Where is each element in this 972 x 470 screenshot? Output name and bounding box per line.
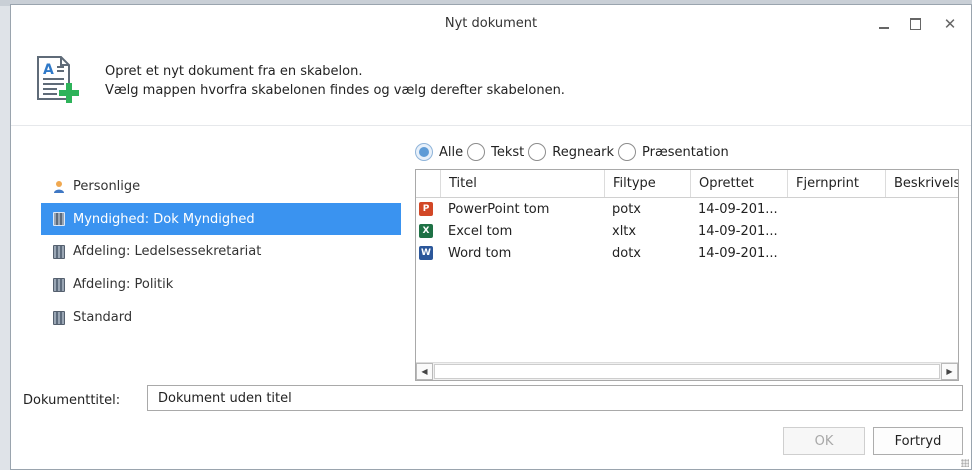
- filter-spreadsheet-label: Regneark: [552, 144, 615, 160]
- folder-item-personal[interactable]: Personlige: [41, 170, 401, 203]
- minimize-button[interactable]: [873, 13, 895, 35]
- table-row[interactable]: X Excel tom xltx 14-09-201...: [416, 221, 958, 242]
- filter-all-label: Alle: [439, 144, 464, 160]
- filter-text-radio[interactable]: Tekst: [467, 143, 524, 161]
- cell-filetype: potx: [612, 202, 641, 217]
- horizontal-scrollbar[interactable]: ◀ ▶: [416, 362, 958, 380]
- radio-icon: [467, 143, 486, 161]
- database-icon: [53, 212, 65, 226]
- minimize-icon: [879, 27, 889, 29]
- maximize-icon: [909, 18, 921, 30]
- column-header-created[interactable]: Oprettet: [690, 170, 787, 197]
- header-divider: [11, 125, 971, 126]
- scroll-left-button[interactable]: ◀: [416, 363, 433, 380]
- column-header-title[interactable]: Titel: [440, 170, 604, 197]
- folder-item-standard[interactable]: Standard: [41, 301, 401, 334]
- cell-title: Word tom: [448, 246, 512, 261]
- cell-filetype: xltx: [612, 224, 637, 239]
- filter-text-label: Tekst: [491, 144, 525, 160]
- maximize-button[interactable]: [904, 13, 926, 35]
- intro-line-1: Opret et nyt dokument fra en skabelon.: [105, 64, 363, 79]
- filter-presentation-label: Præsentation: [642, 144, 729, 160]
- table-row[interactable]: W Word tom dotx 14-09-201...: [416, 243, 958, 264]
- user-icon: [54, 180, 64, 193]
- cancel-button[interactable]: Fortryd: [873, 427, 963, 455]
- document-title-input[interactable]: [147, 385, 963, 411]
- resize-grip-icon[interactable]: [961, 459, 969, 467]
- database-icon: [53, 277, 65, 292]
- radio-icon: [618, 143, 637, 161]
- cell-title: Excel tom: [448, 224, 513, 239]
- word-icon: W: [419, 246, 433, 260]
- excel-icon: X: [419, 224, 433, 238]
- intro-line-2: Vælg mappen hvorfra skabelonen findes og…: [105, 83, 565, 98]
- column-header-filetype[interactable]: Filtype: [604, 170, 690, 197]
- cell-filetype: dotx: [612, 246, 641, 261]
- cell-created: 14-09-201...: [698, 246, 778, 261]
- filter-all-radio[interactable]: Alle: [415, 143, 463, 161]
- folder-item-politik[interactable]: Afdeling: Politik: [41, 268, 401, 301]
- dialog-title: Nyt dokument: [444, 16, 538, 31]
- folder-item-label: Personlige: [73, 179, 141, 194]
- new-document-dialog: Nyt dokument ✕ A Opret et nyt dokument f…: [10, 4, 972, 470]
- cell-created: 14-09-201...: [698, 224, 778, 239]
- folder-item-label: Standard: [73, 310, 133, 325]
- chevron-right-icon: ▶: [946, 367, 953, 376]
- scroll-right-button[interactable]: ▶: [941, 363, 958, 380]
- svg-text:A: A: [43, 62, 54, 78]
- intro-text: Opret et nyt dokument fra en skabelon. V…: [105, 62, 565, 100]
- column-header-remoteprint[interactable]: Fjernprint: [787, 170, 885, 197]
- filter-spreadsheet-radio[interactable]: Regneark: [528, 143, 614, 161]
- grid-header: Titel Filtype Oprettet Fjernprint Beskri…: [416, 170, 958, 198]
- radio-selected-icon: [415, 143, 433, 161]
- cell-created: 14-09-201...: [698, 202, 778, 217]
- template-folder-list: Personlige Myndighed: Dok Myndighed Afde…: [41, 170, 401, 334]
- database-icon: [53, 310, 65, 325]
- folder-item-label: Afdeling: Politik: [73, 277, 174, 292]
- close-button[interactable]: ✕: [939, 13, 961, 35]
- scrollbar-thumb[interactable]: [434, 364, 940, 379]
- folder-item-ledelsessekretariat[interactable]: Afdeling: Ledelsessekretariat: [41, 235, 401, 268]
- close-icon: ✕: [943, 15, 957, 33]
- document-title-label: Dokumenttitel:: [23, 393, 121, 408]
- filter-presentation-radio[interactable]: Præsentation: [618, 143, 729, 161]
- template-grid: Titel Filtype Oprettet Fjernprint Beskri…: [415, 169, 959, 381]
- column-header-description[interactable]: Beskrivelse: [885, 170, 958, 197]
- table-row[interactable]: P PowerPoint tom potx 14-09-201...: [416, 199, 958, 220]
- icon-column-header: [416, 170, 440, 197]
- filetype-filter-group: Alle Tekst Regneark Præsentation: [415, 141, 733, 163]
- cell-title: PowerPoint tom: [448, 202, 550, 217]
- folder-item-label: Afdeling: Ledelsessekretariat: [73, 244, 262, 259]
- chevron-left-icon: ◀: [421, 367, 428, 376]
- ok-button[interactable]: OK: [783, 427, 865, 455]
- title-bar: Nyt dokument ✕: [11, 5, 971, 43]
- folder-item-dok-myndighed[interactable]: Myndighed: Dok Myndighed: [41, 203, 401, 235]
- new-document-template-icon: A: [37, 56, 79, 103]
- folder-item-label: Myndighed: Dok Myndighed: [73, 211, 255, 227]
- database-icon: [53, 244, 65, 259]
- powerpoint-icon: P: [419, 202, 433, 216]
- radio-icon: [528, 143, 547, 161]
